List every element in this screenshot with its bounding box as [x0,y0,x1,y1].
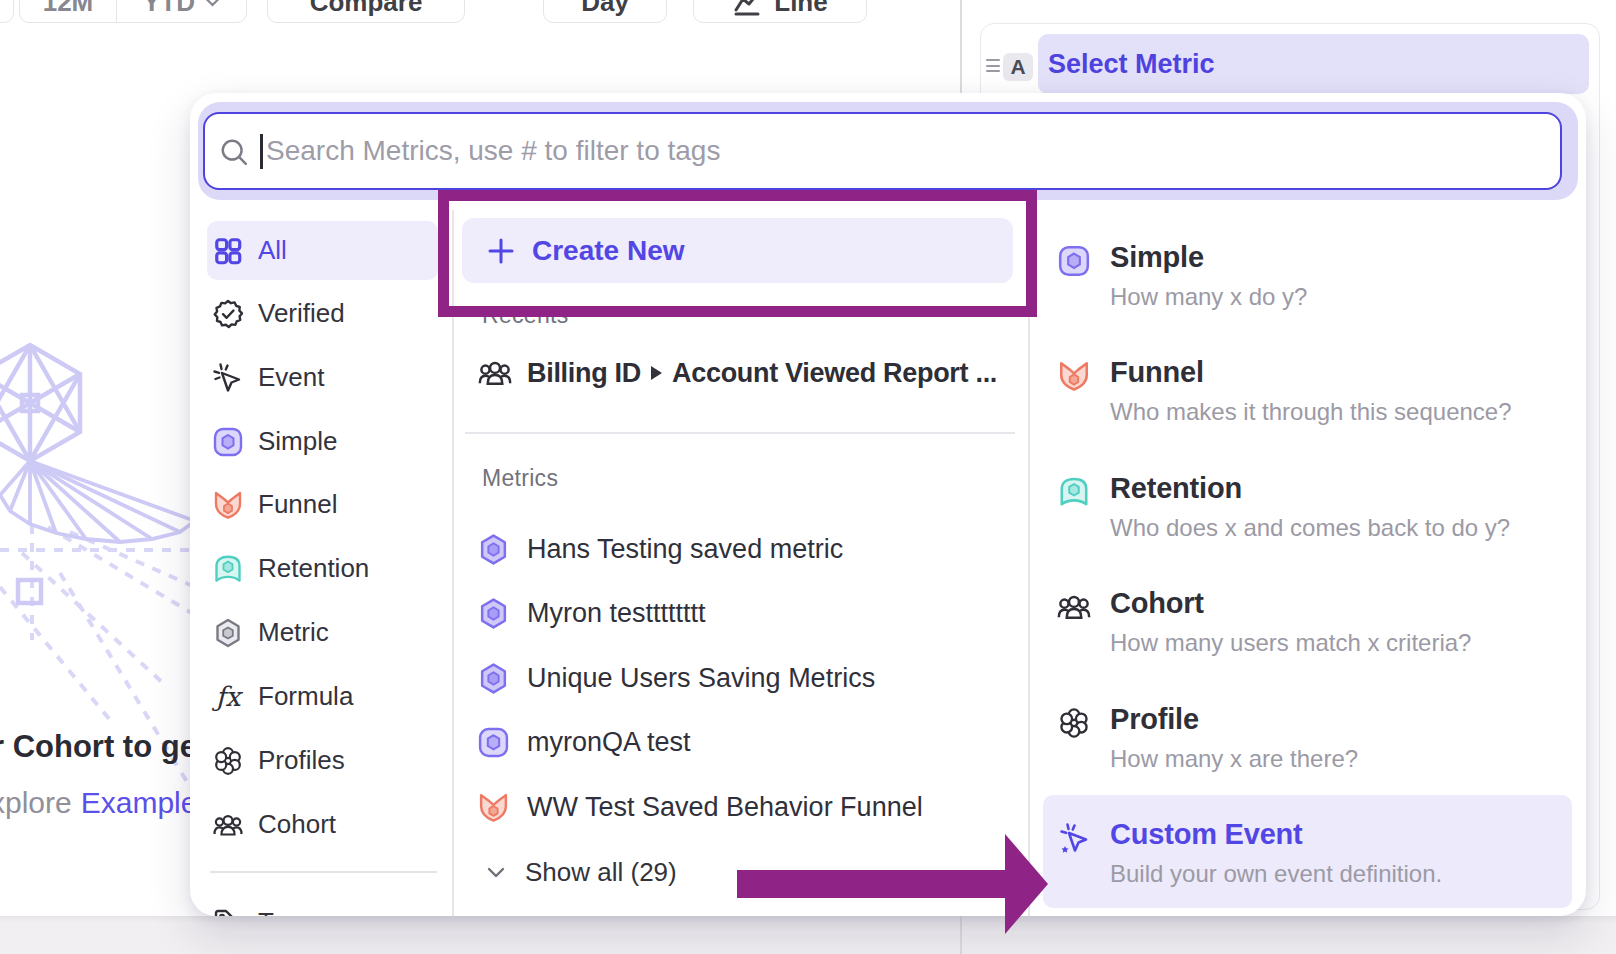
metric-list-item[interactable]: WW Test Saved Behavior Funnel [477,784,1022,830]
event-icon [212,362,244,394]
metrics-label: Metrics [482,465,558,492]
canvas-heading-fragment: r Cohort to ge [0,729,190,765]
sidebar-item-funnel[interactable]: Funnel [207,475,438,534]
screen: 12M YTD Compare Day Line [0,0,1616,954]
metric-list-item[interactable]: Myron testttttttt [477,590,1022,636]
search-icon [219,137,251,169]
cohort-icon [212,809,244,841]
grid-icon [212,235,244,267]
line-chart-type-button[interactable]: Line [693,0,867,23]
metric-list-item[interactable]: myronQA test [477,719,1022,765]
sidebar-item-event[interactable]: Event [207,348,438,407]
metric-icon [212,617,244,649]
row-letter-badge: A [1003,53,1033,81]
profiles-icon [1056,705,1092,741]
compare-button[interactable]: Compare [267,0,465,23]
funnel-icon [212,489,244,521]
cohort-icon [1056,589,1092,625]
metric-hexagon-icon [477,662,510,695]
verified-icon [212,298,244,330]
canvas-explore-line: xplore Example [0,786,190,820]
sidebar-item-profiles[interactable]: Profiles [207,731,438,790]
line-chart-icon [732,0,762,18]
day-button[interactable]: Day [543,0,667,23]
search-input[interactable] [266,114,1466,187]
custom-event-highlight [1043,795,1572,908]
range-ytd-button[interactable]: YTD [116,0,246,22]
annotation-rectangle [438,190,1037,317]
cohort-icon [477,355,513,391]
funnel-icon [1056,358,1092,394]
select-metric-pill[interactable]: Select Metric [1038,34,1589,94]
drag-handle-icon[interactable] [986,59,1000,72]
breadcrumb-arrow-icon [651,366,662,380]
sidebar-item-metric[interactable]: Metric [207,603,438,662]
metric-list-item[interactable]: Unique Users Saving Metrics [477,655,1022,701]
sidebar-item-tags[interactable]: Tags [207,893,438,916]
metric-hexagon-icon [477,533,510,566]
chevron-down-icon [487,867,505,878]
simple-icon [212,426,244,458]
funnel-icon [477,791,510,824]
sidebar-item-cohort[interactable]: Cohort [207,795,438,854]
chevron-down-icon [205,0,220,7]
sidebar-item-all[interactable]: All [207,221,438,280]
explore-text-fragment: xplore [0,786,72,820]
text-caret [260,134,263,169]
metric-list-item[interactable]: Hans Testing saved metric [477,526,1022,572]
metric-hexagon-icon [477,597,510,630]
range-12m-button[interactable]: 12M [20,0,116,22]
sidebar-item-verified[interactable]: Verified [207,284,438,343]
tag-icon [212,907,244,917]
recents-divider [465,432,1015,434]
retention-icon [1056,474,1092,510]
sidebar-item-formula[interactable]: ƒx Formula [207,667,438,726]
sidebar-item-simple[interactable]: Simple [207,412,438,471]
simple-icon [1056,243,1092,279]
profiles-icon [212,745,244,777]
search-box [203,112,1562,190]
toolbar-fragment-button[interactable] [0,0,14,23]
example-link[interactable]: Example [81,786,190,820]
retention-icon [212,553,244,585]
recent-item[interactable]: Billing IDAccount Viewed Report ... [477,350,1022,396]
custom-event-icon [1056,820,1092,856]
simple-icon [477,726,510,759]
sidebar-item-retention[interactable]: Retention [207,539,438,598]
date-range-control: 12M YTD [19,0,247,23]
formula-icon: ƒx [212,681,244,713]
sidebar-section-divider [210,871,437,873]
annotation-arrow-icon [735,832,1050,942]
